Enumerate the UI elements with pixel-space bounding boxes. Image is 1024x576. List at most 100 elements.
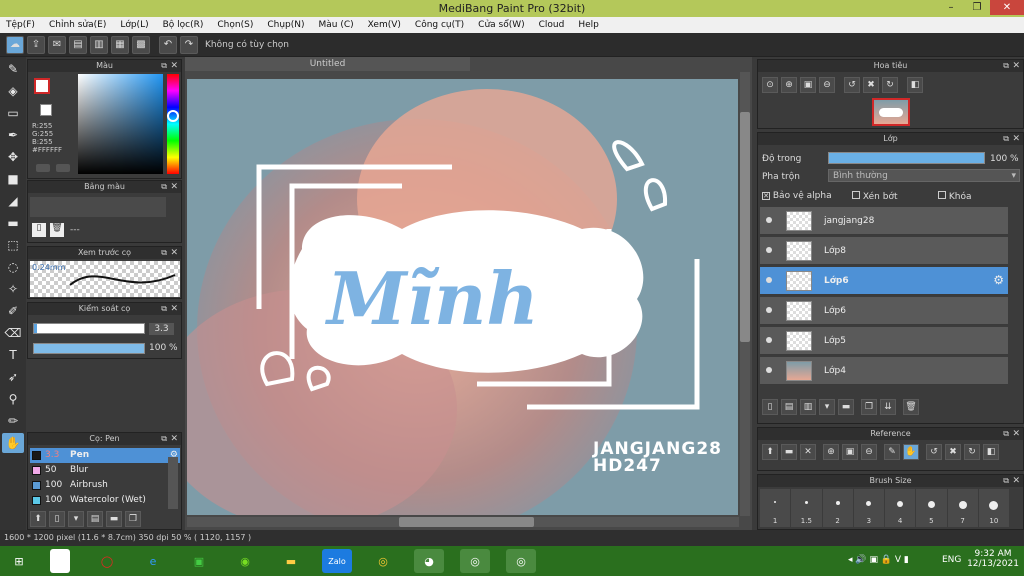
brush-add-icon[interactable]: ⬆ <box>30 511 46 527</box>
move-tool-icon[interactable]: ✥ <box>2 147 24 167</box>
brush-size-option[interactable]: 1 <box>760 489 791 527</box>
palette-swatch-area[interactable] <box>30 197 166 217</box>
layer-row[interactable]: jangjang28 <box>760 207 1008 235</box>
eraser-tool-icon[interactable]: ◈ <box>2 81 24 101</box>
chrome-profile-icon[interactable]: ◎ <box>460 549 490 573</box>
trash-icon[interactable]: 🗑 <box>50 223 64 237</box>
gradient-tool-icon[interactable]: ▬ <box>2 213 24 233</box>
vertical-scrollbar[interactable] <box>740 72 750 516</box>
rotate-right-icon[interactable]: ↻ <box>882 77 898 93</box>
brush-item[interactable]: 3.3 Pen ⚙ <box>30 448 180 463</box>
minimize-icon[interactable]: – <box>938 0 964 15</box>
float-icon[interactable]: ⧉ <box>161 181 167 193</box>
close-icon[interactable]: ✕ <box>170 181 178 193</box>
reset-icon[interactable]: ✖ <box>863 77 879 93</box>
close-icon[interactable]: ✕ <box>1012 60 1020 72</box>
drawing-canvas[interactable]: Mĩnh JANGJANG28 HD247 <box>187 79 738 515</box>
document-tab[interactable]: Untitled <box>185 57 470 71</box>
brush-copy-icon[interactable]: ▤ <box>87 511 103 527</box>
hue-handle[interactable] <box>167 110 179 122</box>
menu-select[interactable]: Chọn(S) <box>217 20 253 30</box>
brush-size-option[interactable]: 2 <box>822 489 853 527</box>
upload-icon[interactable]: ⬆ <box>762 444 778 460</box>
visibility-icon[interactable] <box>766 247 772 253</box>
color-option-button[interactable] <box>56 164 70 172</box>
redo-icon[interactable]: ↷ <box>180 35 198 54</box>
eyedropper-tool-icon[interactable]: ⚲ <box>2 389 24 409</box>
fit-icon[interactable]: ▣ <box>842 444 858 460</box>
system-tray-icons[interactable]: ◂ 🔊 ▣ 🔒 V ▮ <box>848 555 909 565</box>
close-icon[interactable]: ✕ <box>170 433 178 445</box>
medibang-icon[interactable]: ◕ <box>414 549 444 573</box>
visibility-icon[interactable] <box>766 367 772 373</box>
file-icon[interactable] <box>50 549 70 573</box>
explorer-icon[interactable]: ▬ <box>276 549 306 573</box>
zoom-actual-icon[interactable]: ⊙ <box>762 77 778 93</box>
layer-row[interactable]: Lớp6 <box>760 297 1008 325</box>
zoom-in-icon[interactable]: ⊕ <box>781 77 797 93</box>
chrome-icon[interactable]: ◎ <box>368 549 398 573</box>
rotate-right-icon[interactable]: ↻ <box>964 444 980 460</box>
brush-size-option[interactable]: 4 <box>885 489 916 527</box>
rect-tool-icon[interactable]: ▭ <box>2 103 24 123</box>
menu-filter[interactable]: Bộ lọc(R) <box>163 20 204 30</box>
menu-view[interactable]: Xem(V) <box>368 20 401 30</box>
brush-opacity-slider[interactable] <box>33 343 145 354</box>
new-halftone-layer-icon[interactable]: ▤ <box>781 399 797 415</box>
text-tool-icon[interactable]: T <box>2 345 24 365</box>
menu-tools[interactable]: Công cụ(T) <box>415 20 464 30</box>
visibility-icon[interactable] <box>766 217 772 223</box>
float-icon[interactable]: ⧉ <box>161 60 167 72</box>
foreground-color-swatch[interactable] <box>34 78 50 94</box>
horizontal-scrollbar[interactable] <box>187 517 739 527</box>
float-icon[interactable]: ⧉ <box>1003 133 1009 145</box>
brush-size-value[interactable]: 3.3 <box>149 323 174 335</box>
menu-layer[interactable]: Lớp(L) <box>120 20 148 30</box>
magic-wand-icon[interactable]: ✧ <box>2 279 24 299</box>
brush-duplicate-icon[interactable]: ❐ <box>125 511 141 527</box>
rotate-left-icon[interactable]: ↺ <box>844 77 860 93</box>
opacity-slider[interactable] <box>828 152 985 164</box>
menu-cloud[interactable]: Cloud <box>539 20 565 30</box>
close-icon[interactable]: ✕ <box>1012 428 1020 440</box>
rotate-left-icon[interactable]: ↺ <box>926 444 942 460</box>
brush-item[interactable]: 100 Airbrush <box>30 478 180 493</box>
tile-icon[interactable]: ▩ <box>132 35 150 54</box>
new-8bit-layer-icon[interactable]: ▥ <box>800 399 816 415</box>
duplicate-layer-icon[interactable]: ❐ <box>861 399 877 415</box>
windows-start-icon[interactable]: ⊞ <box>4 549 34 573</box>
ie-icon[interactable]: e <box>138 549 168 573</box>
hue-slider[interactable] <box>167 74 179 174</box>
hand-icon[interactable]: ✋ <box>903 444 919 460</box>
float-icon[interactable]: ⧉ <box>161 433 167 445</box>
select-pen-icon[interactable]: ✐ <box>2 301 24 321</box>
saturation-value-picker[interactable] <box>78 74 163 174</box>
language-indicator[interactable]: ENG <box>942 555 961 565</box>
protect-alpha-checkbox[interactable]: ✕ <box>762 192 770 200</box>
select-eraser-icon[interactable]: ⌫ <box>2 323 24 343</box>
brush-size-option[interactable]: 3 <box>853 489 884 527</box>
close-icon[interactable]: ✕ <box>1012 475 1020 487</box>
share-icon[interactable]: ⇪ <box>27 35 45 54</box>
blend-mode-select[interactable]: Bình thường ▾ <box>828 169 1020 182</box>
close-icon[interactable]: ✕ <box>170 60 178 72</box>
close-icon[interactable]: ✕ <box>800 444 816 460</box>
layer-row[interactable]: Lớp4 <box>760 357 1008 385</box>
lock-checkbox[interactable] <box>938 191 946 199</box>
undo-icon[interactable]: ↶ <box>159 35 177 54</box>
menu-snap[interactable]: Chụp(N) <box>267 20 304 30</box>
menu-edit[interactable]: Chỉnh sửa(E) <box>49 20 106 30</box>
select-tool-icon[interactable]: ⬚ <box>2 235 24 255</box>
new-brush-icon[interactable]: ▯ <box>49 511 65 527</box>
layer-row-selected[interactable]: Lớp6 ⚙ <box>760 267 1008 295</box>
folder-icon[interactable]: ▬ <box>106 511 122 527</box>
close-icon[interactable]: ✕ <box>170 247 178 259</box>
float-icon[interactable]: ⧉ <box>1003 428 1009 440</box>
brush-item[interactable]: 50 Blur <box>30 463 180 478</box>
fit-icon[interactable]: ▣ <box>800 77 816 93</box>
layer-row[interactable]: Lớp5 <box>760 327 1008 355</box>
open-folder-icon[interactable]: ▬ <box>781 444 797 460</box>
brush-size-option[interactable]: 1.5 <box>791 489 822 527</box>
visibility-icon[interactable] <box>766 307 772 313</box>
new-layer-icon[interactable]: ▯ <box>762 399 778 415</box>
